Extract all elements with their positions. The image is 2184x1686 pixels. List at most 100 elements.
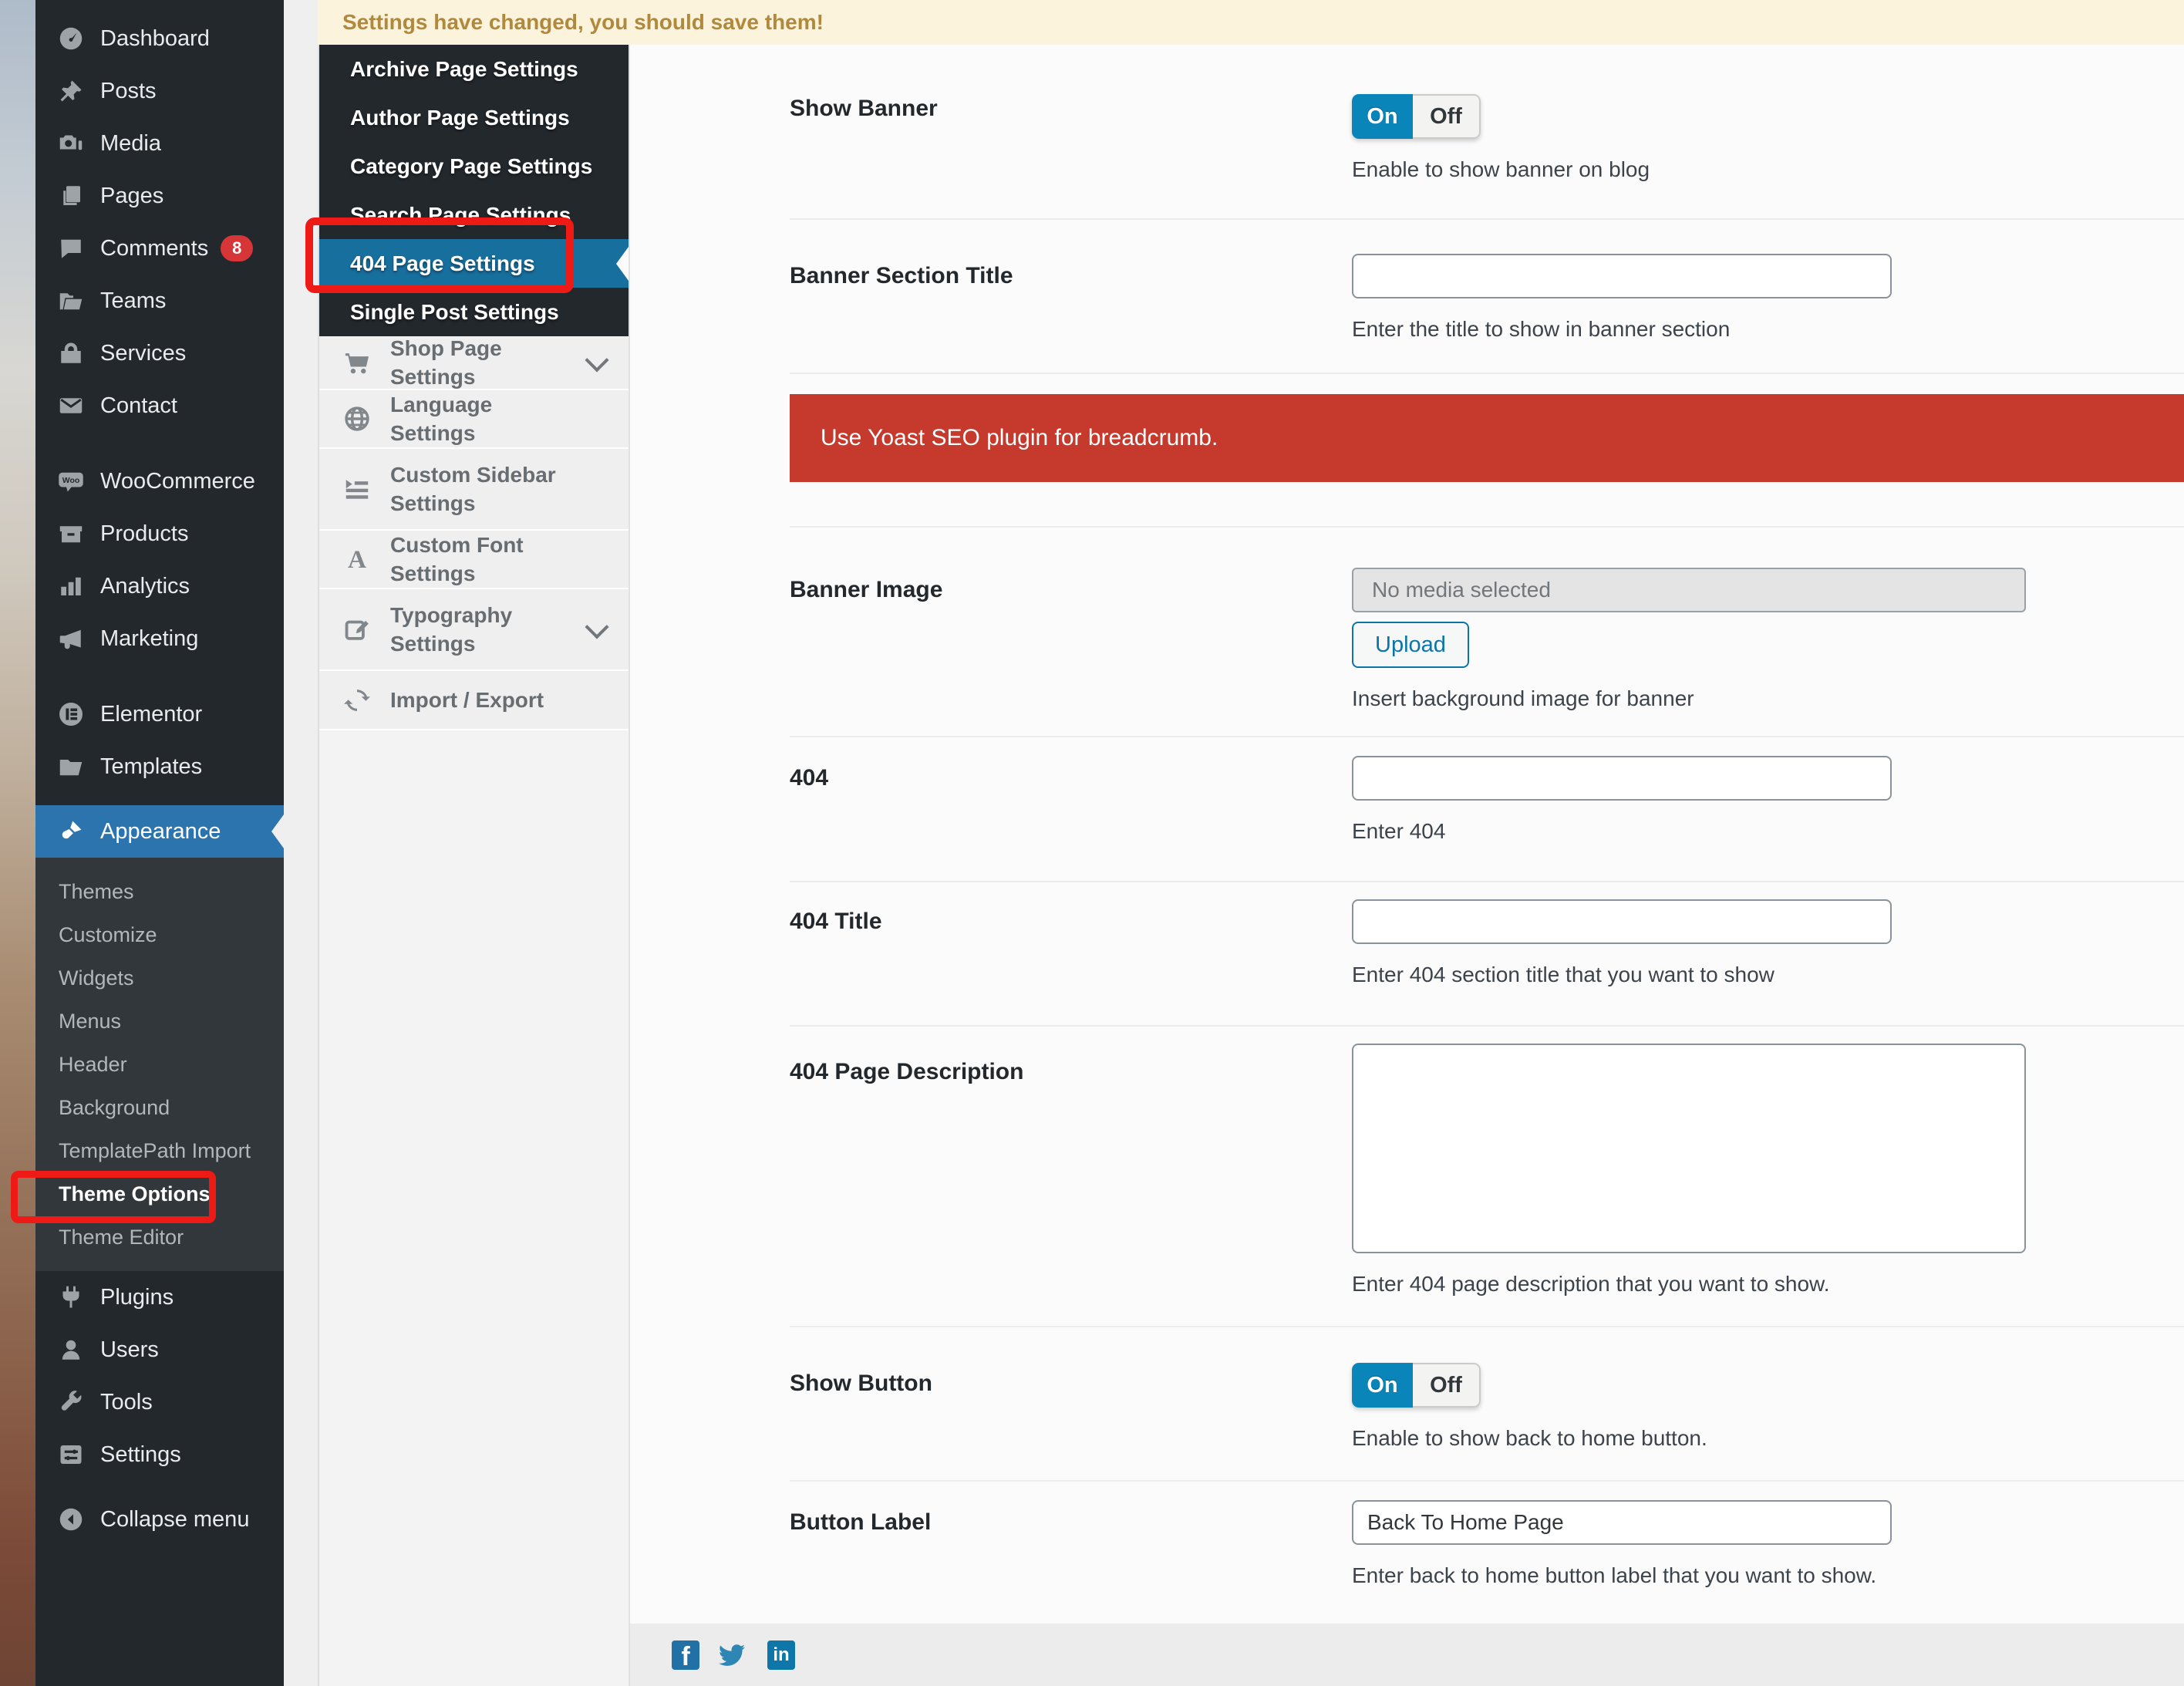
sidebar-item-pages[interactable]: Pages: [35, 170, 284, 222]
nav-item-shop-page-settings[interactable]: Shop Page Settings: [319, 336, 629, 390]
sidebar-item-media[interactable]: Media: [35, 117, 284, 170]
404-description-textarea[interactable]: [1352, 1044, 2026, 1253]
sidebar-item-label: Pages: [100, 184, 163, 209]
sidebar-item-contact[interactable]: Contact: [35, 379, 284, 432]
sidebar-item-label: Posts: [100, 79, 157, 104]
nav-item-label: Typography Settings: [390, 601, 579, 658]
linkedin-icon[interactable]: in: [767, 1640, 795, 1670]
submenu-item-header[interactable]: Header: [35, 1043, 284, 1086]
submenu-item-widgets[interactable]: Widgets: [35, 956, 284, 1000]
bag-icon: [57, 339, 85, 367]
404-help: Enter 404: [1352, 819, 2184, 844]
comment-icon: [57, 234, 85, 262]
nav-item-language-settings[interactable]: Language Settings: [319, 390, 629, 449]
folder-icon: [57, 287, 85, 315]
chevron-down-icon: [585, 615, 608, 639]
show-button-toggle[interactable]: On Off: [1352, 1363, 1481, 1408]
nav-item-import-export[interactable]: Import / Export: [319, 671, 629, 730]
nav-item-search-page-settings[interactable]: Search Page Settings: [319, 191, 629, 239]
sidebar-item-services[interactable]: Services: [35, 327, 284, 379]
sidebar-item-label: Appearance: [100, 819, 221, 845]
nav-item-custom-font-settings[interactable]: A Custom Font Settings: [319, 531, 629, 589]
elementor-icon: [57, 700, 85, 728]
sidebar-item-label: Tools: [100, 1390, 153, 1415]
toggle-off-option[interactable]: Off: [1413, 1363, 1481, 1408]
social-footer: f in: [629, 1624, 2184, 1686]
404-description-label: 404 Page Description: [630, 1027, 1352, 1327]
sidebar-item-tools[interactable]: Tools: [35, 1376, 284, 1428]
submenu-item-background[interactable]: Background: [35, 1086, 284, 1129]
404-title-label: 404 Title: [630, 882, 1352, 1027]
sidebar-item-appearance[interactable]: Appearance: [35, 805, 284, 858]
404-input[interactable]: [1352, 756, 1892, 801]
yoast-seo-notice-text: Use Yoast SEO plugin for breadcrumb.: [821, 425, 1218, 451]
font-icon: A: [342, 545, 372, 574]
theme-options-nav: Archive Page Settings Author Page Settin…: [318, 45, 629, 1686]
banner-section-title-input[interactable]: [1352, 254, 1892, 298]
sidebar-item-posts[interactable]: Posts: [35, 65, 284, 117]
sidebar-item-label: Dashboard: [100, 26, 210, 52]
brush-icon: [57, 818, 85, 845]
bar-chart-icon: [57, 572, 85, 600]
nav-item-label: Custom Sidebar Settings: [390, 460, 579, 518]
sidebar-item-collapse-menu[interactable]: Collapse menu: [35, 1493, 284, 1546]
sidebar-item-comments[interactable]: Comments 8: [35, 222, 284, 275]
sidebar-item-label: Analytics: [100, 574, 190, 599]
show-banner-help: Enable to show banner on blog: [1352, 157, 2184, 182]
banner-image-media-field[interactable]: No media selected: [1352, 568, 2026, 612]
show-button-help: Enable to show back to home button.: [1352, 1426, 2184, 1451]
sidebar-item-label: Comments: [100, 236, 208, 261]
sidebar-item-label: Marketing: [100, 626, 198, 652]
submenu-item-themes[interactable]: Themes: [35, 870, 284, 913]
sidebar-item-analytics[interactable]: Analytics: [35, 560, 284, 612]
nav-item-typography-settings[interactable]: Typography Settings: [319, 589, 629, 671]
twitter-icon[interactable]: [716, 1640, 750, 1670]
chevron-down-icon: [585, 348, 608, 372]
sidebar-item-templates[interactable]: Templates: [35, 740, 284, 793]
toggle-on-option[interactable]: On: [1352, 94, 1413, 139]
submenu-item-menus[interactable]: Menus: [35, 1000, 284, 1043]
submenu-item-theme-editor[interactable]: Theme Editor: [35, 1216, 284, 1259]
nav-item-archive-page-settings[interactable]: Archive Page Settings: [319, 45, 629, 93]
box-icon: [57, 520, 85, 548]
submenu-item-customize[interactable]: Customize: [35, 913, 284, 956]
banner-image-help: Insert background image for banner: [1352, 686, 2184, 711]
nav-item-label: Shop Page Settings: [390, 334, 579, 391]
nav-item-category-page-settings[interactable]: Category Page Settings: [319, 142, 629, 191]
toggle-off-option[interactable]: Off: [1413, 94, 1481, 139]
submenu-item-theme-options[interactable]: Theme Options: [35, 1172, 284, 1216]
banner-section-title-label: Banner Section Title: [630, 220, 1352, 374]
banner-image-label: Banner Image: [630, 528, 1352, 737]
nav-item-404-page-settings[interactable]: 404 Page Settings: [319, 239, 629, 288]
sidebar-item-teams[interactable]: Teams: [35, 275, 284, 327]
toggle-on-option[interactable]: On: [1352, 1363, 1413, 1408]
sidebar-item-elementor[interactable]: Elementor: [35, 688, 284, 740]
404-description-help: Enter 404 page description that you want…: [1352, 1272, 2184, 1297]
sidebar-item-label: Products: [100, 521, 188, 547]
show-banner-toggle[interactable]: On Off: [1352, 94, 1481, 139]
sidebar-item-dashboard[interactable]: Dashboard: [35, 12, 284, 65]
submenu-item-templatepath-import[interactable]: TemplatePath Import: [35, 1129, 284, 1172]
banner-section-title-help: Enter the title to show in banner sectio…: [1352, 317, 2184, 342]
sidebar-item-plugins[interactable]: Plugins: [35, 1271, 284, 1324]
wrench-icon: [57, 1388, 85, 1416]
nav-item-custom-sidebar-settings[interactable]: Custom Sidebar Settings: [319, 449, 629, 531]
facebook-icon[interactable]: f: [672, 1640, 699, 1670]
nav-item-single-post-settings[interactable]: Single Post Settings: [319, 288, 629, 336]
sidebar-item-marketing[interactable]: Marketing: [35, 612, 284, 665]
sidebar-item-label: Settings: [100, 1442, 181, 1468]
menu-separator: [35, 432, 284, 455]
nav-item-author-page-settings[interactable]: Author Page Settings: [319, 93, 629, 142]
sidebar-item-users[interactable]: Users: [35, 1324, 284, 1376]
404-title-input[interactable]: [1352, 899, 1892, 944]
upload-button[interactable]: Upload: [1352, 622, 1469, 668]
comments-count-badge: 8: [221, 235, 253, 261]
sidebar-item-label: WooCommerce: [100, 469, 255, 494]
envelope-icon: [57, 392, 85, 420]
sidebar-item-label: Media: [100, 131, 161, 157]
sidebar-item-products[interactable]: Products: [35, 507, 284, 560]
banner-image-row: Banner Image No media selected Upload In…: [630, 528, 2184, 737]
button-label-input[interactable]: [1352, 1500, 1892, 1545]
sidebar-item-settings[interactable]: Settings: [35, 1428, 284, 1481]
sidebar-item-woocommerce[interactable]: Woo WooCommerce: [35, 455, 284, 507]
